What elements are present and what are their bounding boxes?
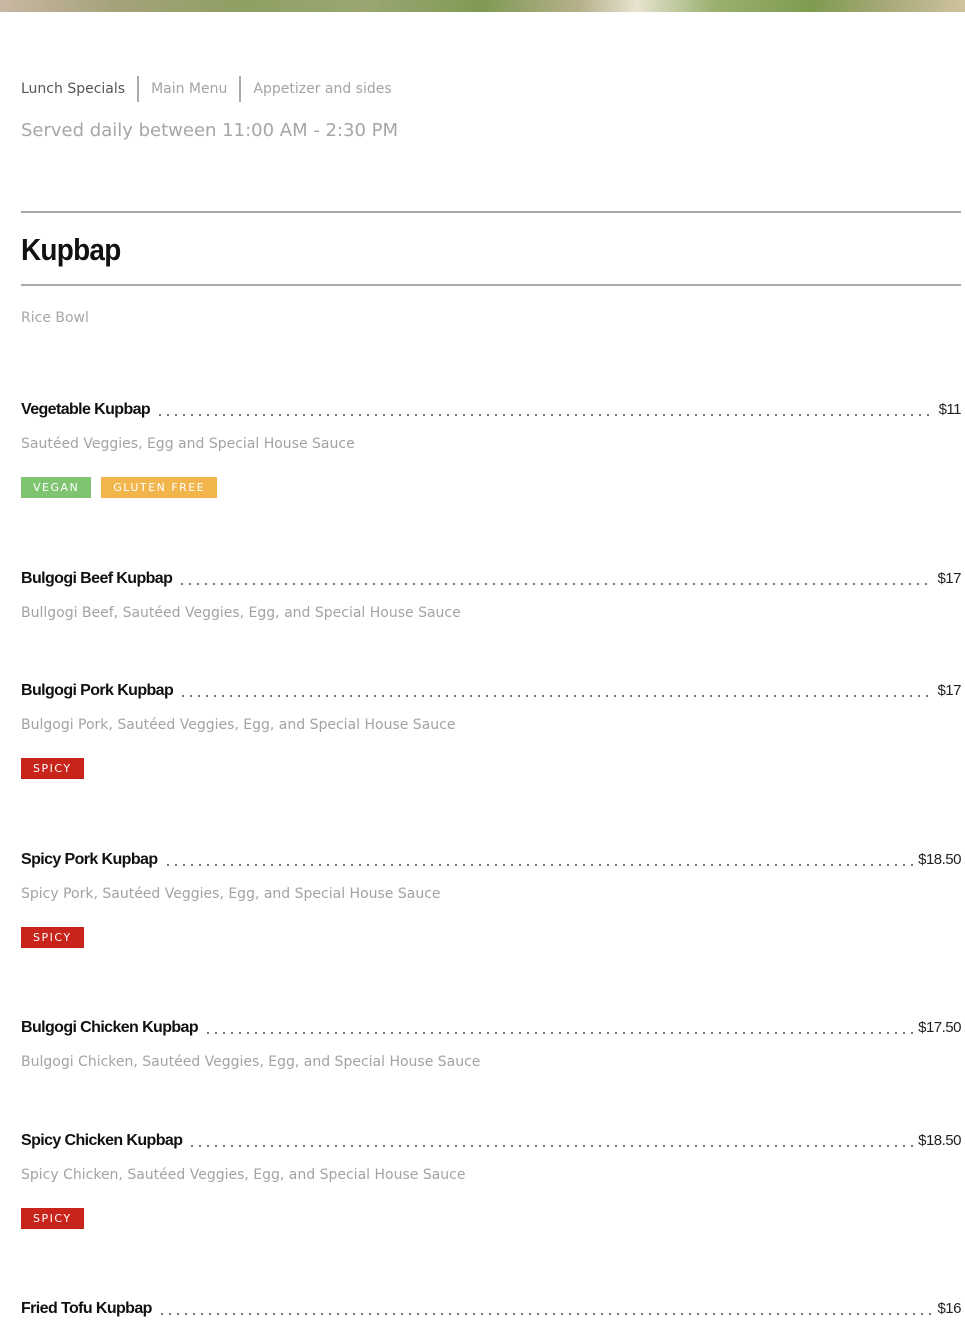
menu-item-price: $17: [937, 570, 961, 587]
menu-item-description: Bullgogi Beef, Sautéed Veggies, Egg, and…: [21, 605, 461, 621]
menu-item-price: $16: [937, 1300, 961, 1317]
badge-list: SPICY: [21, 927, 961, 948]
menu-item: Bulgogi Chicken Kupbap $17.50 Bulgogi Ch…: [21, 1019, 961, 1070]
menu-item: Spicy Chicken Kupbap $18.50 Spicy Chicke…: [21, 1132, 961, 1229]
menu-item-name: Spicy Chicken Kupbap: [21, 1132, 183, 1149]
badge-list: SPICY: [21, 758, 961, 779]
section-subtitle: Rice Bowl: [21, 310, 89, 326]
menu-item-description: Spicy Chicken, Sautéed Veggies, Egg, and…: [21, 1167, 466, 1183]
tab-lunch-specials[interactable]: Lunch Specials: [21, 76, 137, 102]
menu-item-name: Fried Tofu Kupbap: [21, 1300, 152, 1317]
menu-item-name: Bulgogi Beef Kupbap: [21, 570, 173, 587]
menu-item: Spicy Pork Kupbap $18.50 Spicy Pork, Sau…: [21, 851, 961, 948]
menu-item-name: Bulgogi Chicken Kupbap: [21, 1019, 199, 1036]
spicy-badge: SPICY: [21, 758, 84, 779]
menu-item: Bulgogi Beef Kupbap $17 Bullgogi Beef, S…: [21, 570, 961, 621]
tab-main-menu[interactable]: Main Menu: [139, 76, 239, 102]
vegan-badge: VEGAN: [21, 477, 92, 498]
menu-item: Bulgogi Pork Kupbap $17 Bulgogi Pork, Sa…: [21, 682, 961, 779]
menu-item-name: Spicy Pork Kupbap: [21, 851, 158, 868]
served-hours: Served daily between 11:00 AM - 2:30 PM: [21, 120, 399, 141]
dot-leader: [178, 582, 934, 586]
dot-leader: [156, 413, 935, 417]
dot-leader: [204, 1031, 915, 1035]
dot-leader: [163, 863, 915, 867]
gluten-free-badge: GLUTEN FREE: [101, 477, 218, 498]
menu-item-description: Spicy Pork, Sautéed Veggies, Egg, and Sp…: [21, 886, 441, 902]
hero-image-strip: [0, 0, 965, 12]
menu-item-description: Sautéed Veggies, Egg and Special House S…: [21, 436, 355, 452]
dot-leader: [157, 1312, 934, 1316]
menu-item-description: Bulgogi Chicken, Sautéed Veggies, Egg, a…: [21, 1054, 481, 1070]
section-bottom-divider: [21, 284, 961, 286]
menu-item-description: Bulgogi Pork, Sautéed Veggies, Egg, and …: [21, 717, 456, 733]
dot-leader: [188, 1144, 915, 1148]
tab-appetizer-and-sides[interactable]: Appetizer and sides: [241, 76, 403, 102]
dot-leader: [179, 694, 934, 698]
badge-list: VEGAN GLUTEN FREE: [21, 477, 961, 498]
menu-item-price: $11: [938, 401, 962, 418]
menu-item-name: Vegetable Kupbap: [21, 401, 151, 418]
menu-item-price: $18.50: [918, 1132, 961, 1149]
badge-list: SPICY: [21, 1208, 961, 1229]
menu-item-price: $17: [937, 682, 961, 699]
spicy-badge: SPICY: [21, 1208, 84, 1229]
menu-tabs: Lunch Specials Main Menu Appetizer and s…: [21, 76, 404, 102]
menu-item-price: $18.50: [918, 851, 961, 868]
spicy-badge: SPICY: [21, 927, 84, 948]
menu-item-price: $17.50: [918, 1019, 961, 1036]
menu-item: Fried Tofu Kupbap $16: [21, 1300, 961, 1321]
menu-item-name: Bulgogi Pork Kupbap: [21, 682, 174, 699]
section-title: Kupbap: [21, 232, 121, 267]
menu-item: Vegetable Kupbap $11 Sautéed Veggies, Eg…: [21, 401, 962, 498]
section-top-divider: [21, 211, 961, 213]
